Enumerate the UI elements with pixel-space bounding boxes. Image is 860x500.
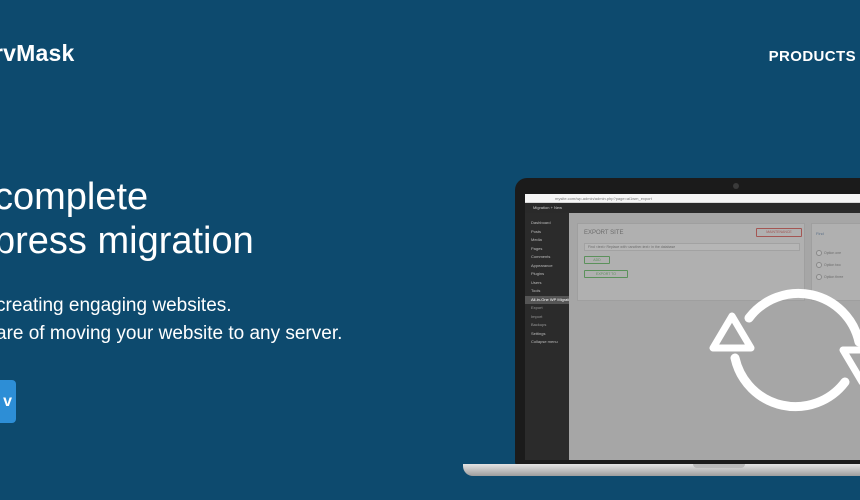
wp-sidebar-item: Export <box>531 305 543 310</box>
wp-sidebar-item: All-in-One WP Migration <box>525 295 574 304</box>
wp-sidebar-item: Collapse menu <box>531 339 558 344</box>
laptop-base <box>463 464 860 476</box>
wp-sidebar-item: Media <box>531 237 542 242</box>
wp-sidebar-item: Settings <box>531 330 546 336</box>
wp-sidebar-item: Posts <box>531 228 542 234</box>
hero-subtitle: creating engaging websites. are of movin… <box>0 292 342 348</box>
cta-button[interactable]: v <box>0 380 16 423</box>
wp-sidebar-item: Import <box>531 313 543 319</box>
laptop-lid: mysite.com/wp-admin/admin.php?page=ai1wm… <box>515 178 860 466</box>
wp-sidebar-item: Tools <box>531 288 541 293</box>
wp-sidebar-item: Pages <box>531 245 543 251</box>
wp-admin-topbar: Migration + New <box>525 203 860 213</box>
camera-dot <box>733 183 739 189</box>
wp-sidebar-item: Dashboard <box>531 220 551 225</box>
sync-icon <box>709 288 860 412</box>
wp-sidebar-item: Comments <box>531 254 551 259</box>
wp-sidebar-item: Backups <box>531 322 547 327</box>
wp-sidebar-item: Plugins <box>531 271 545 276</box>
hero-title-line1: complete <box>0 176 149 218</box>
wp-sidebar-item: Users <box>531 279 542 285</box>
laptop-base-notch <box>693 464 745 468</box>
laptop-illustration: mysite.com/wp-admin/admin.php?page=ai1wm… <box>463 178 860 500</box>
wp-sidebar-item: Appearance <box>531 262 553 268</box>
nav-products-link[interactable]: PRODUCTS <box>769 48 856 65</box>
hero-subtitle-line2: are of moving your website to any server… <box>0 323 343 344</box>
browser-url-bar: mysite.com/wp-admin/admin.php?page=ai1wm… <box>525 194 860 203</box>
laptop-screen: mysite.com/wp-admin/admin.php?page=ai1wm… <box>525 194 860 460</box>
brand-logo[interactable]: rvMask <box>0 40 74 67</box>
wp-admin-sidebar: Dashboard Posts Media Pages Comments Appearan… <box>525 213 574 460</box>
hero-title: complete press migration <box>0 175 254 263</box>
hero-subtitle-line1: creating engaging websites. <box>0 295 232 316</box>
hero-title-line2: press migration <box>0 220 254 262</box>
